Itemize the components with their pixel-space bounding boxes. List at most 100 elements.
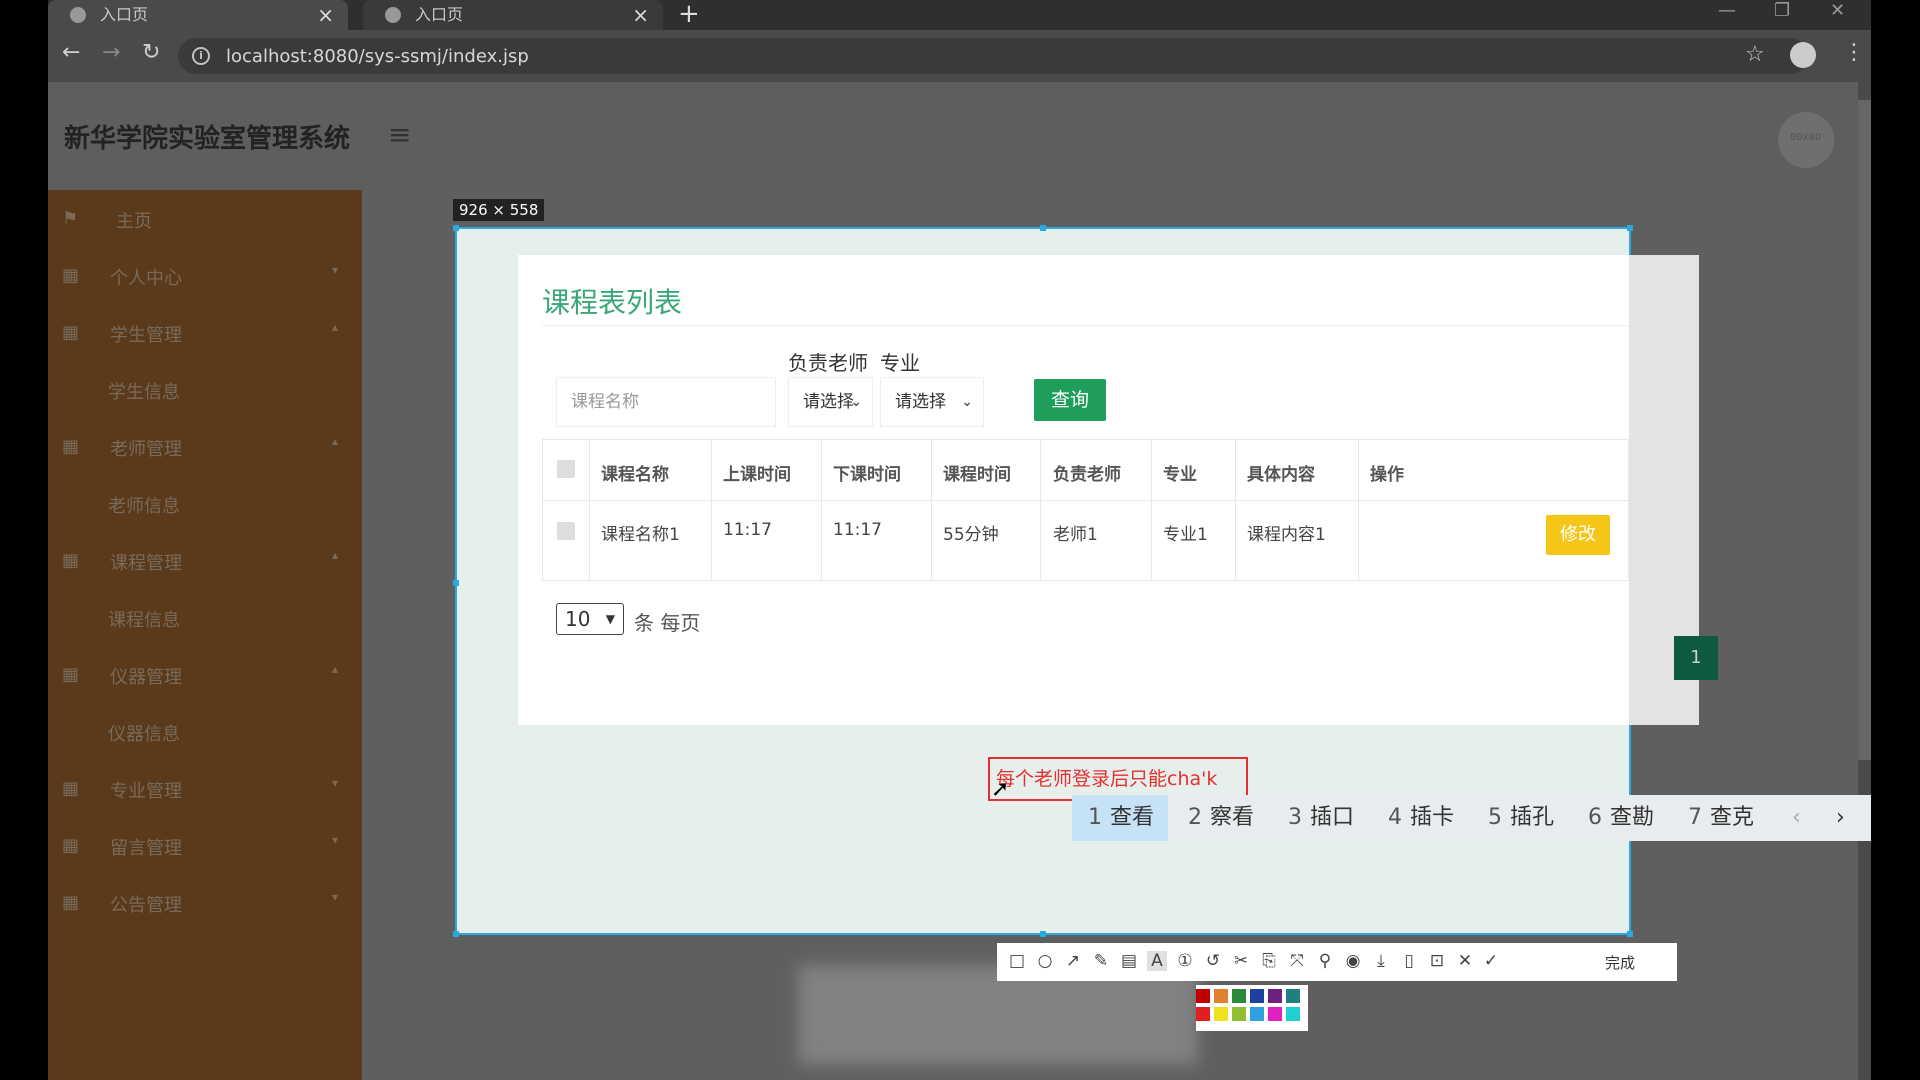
ellipse-tool-icon[interactable]: ○	[1035, 951, 1055, 971]
back-icon[interactable]: ←	[62, 40, 80, 65]
sidebar-item-instrument-management[interactable]: ▦ 仪器管理 ▴	[48, 646, 362, 703]
course-name-input[interactable]: 课程名称	[556, 377, 776, 427]
close-window-icon[interactable]: ✕	[1830, 0, 1845, 22]
translate-icon[interactable]: ⎘	[1259, 951, 1279, 971]
bookmark-star-icon[interactable]: ☆	[1745, 42, 1765, 67]
sidebar-item-major-management[interactable]: ▦ 专业管理 ▾	[48, 760, 362, 817]
hamburger-icon[interactable]: ≡	[388, 118, 411, 151]
long-screenshot-icon[interactable]: ⤧	[1287, 951, 1307, 971]
sidebar-item-personal-center[interactable]: ▦ 个人中心 ▾	[48, 247, 362, 304]
pagination-page-1[interactable]: 1	[1674, 636, 1718, 680]
selection-handle[interactable]	[1040, 225, 1046, 231]
major-select[interactable]: 请选择 ⌄	[880, 377, 984, 427]
ocr-icon[interactable]: ✂	[1231, 951, 1251, 971]
selection-handle[interactable]	[453, 225, 459, 231]
color-swatch[interactable]	[1196, 989, 1210, 1003]
info-icon[interactable]: i	[192, 47, 210, 65]
browser-menu-icon[interactable]: ⋮	[1843, 40, 1865, 65]
column-header: 下课时间	[833, 465, 901, 485]
close-icon[interactable]: ✕	[1455, 951, 1475, 971]
selection-handle[interactable]	[1040, 931, 1046, 937]
undo-icon[interactable]: ↺	[1203, 951, 1223, 971]
chevron-down-icon: ▾	[332, 776, 339, 790]
number-tool-icon[interactable]: ①	[1175, 951, 1195, 971]
edit-button[interactable]: 修改	[1546, 515, 1610, 555]
chevron-down-icon: ▼	[605, 612, 615, 626]
ime-candidate[interactable]: 6 查勘	[1588, 795, 1654, 841]
sidebar-item-student-management[interactable]: ▦ 学生管理 ▴	[48, 304, 362, 361]
color-swatch[interactable]	[1196, 1007, 1210, 1021]
color-swatch[interactable]	[1232, 1007, 1246, 1021]
ime-candidate-text: 查克	[1710, 805, 1755, 830]
done-button[interactable]: 完成	[1605, 952, 1635, 973]
ime-candidate-text: 插卡	[1410, 805, 1455, 830]
teacher-select[interactable]: 请选择 ⌄	[788, 377, 873, 427]
color-swatch[interactable]	[1214, 1007, 1228, 1021]
avatar-text: 80x80	[1790, 132, 1822, 143]
color-swatch[interactable]	[1250, 989, 1264, 1003]
mosaic-tool-icon[interactable]: ▤	[1119, 951, 1139, 971]
sidebar-item-course-info[interactable]: 课程信息	[48, 589, 362, 646]
select-all-checkbox[interactable]	[557, 460, 575, 478]
scrollbar-thumb[interactable]	[1858, 100, 1871, 760]
color-swatch[interactable]	[1286, 989, 1300, 1003]
ime-next-page-icon[interactable]: ›	[1836, 795, 1845, 841]
selection-handle[interactable]	[453, 580, 459, 586]
color-swatch[interactable]	[1286, 1007, 1300, 1021]
download-icon[interactable]: ⤓	[1371, 951, 1391, 971]
color-swatch[interactable]	[1214, 989, 1228, 1003]
selection-handle[interactable]	[453, 931, 459, 937]
sidebar-item-teacher-info[interactable]: 老师信息	[48, 475, 362, 532]
close-tab-icon[interactable]: ×	[632, 0, 649, 30]
color-swatch[interactable]	[1268, 989, 1282, 1003]
bookmark-icon[interactable]: ⊡	[1427, 951, 1447, 971]
page-size-select[interactable]: 10 ▼	[556, 603, 624, 635]
ime-candidate-text: 查勘	[1610, 805, 1655, 830]
chevron-up-icon: ▴	[332, 434, 339, 448]
sidebar-item-message-management[interactable]: ▦ 留言管理 ▾	[48, 817, 362, 874]
url-field[interactable]: i localhost:8080/sys-ssmj/index.jsp	[178, 38, 1808, 74]
color-swatch[interactable]	[1232, 989, 1246, 1003]
ime-candidate[interactable]: 4 插卡	[1388, 795, 1454, 841]
reload-icon[interactable]: ↻	[142, 40, 160, 65]
sidebar-item-notice-management[interactable]: ▦ 公告管理 ▾	[48, 874, 362, 931]
color-swatch[interactable]	[1250, 1007, 1264, 1021]
browser-tab-1[interactable]: 入口页 ×	[48, 0, 348, 30]
avatar[interactable]: 80x80	[1778, 112, 1834, 168]
ime-prev-page-icon[interactable]: ‹	[1792, 795, 1801, 841]
pin-icon[interactable]: ⚲	[1315, 951, 1335, 971]
record-icon[interactable]: ◉	[1343, 951, 1363, 971]
sidebar-item-teacher-management[interactable]: ▦ 老师管理 ▴	[48, 418, 362, 475]
ime-candidate[interactable]: 7 查克	[1688, 795, 1754, 841]
restore-icon[interactable]: ❐	[1774, 0, 1790, 22]
query-button[interactable]: 查询	[1034, 379, 1106, 421]
pen-tool-icon[interactable]: ✎	[1091, 951, 1111, 971]
sidebar-item-course-management[interactable]: ▦ 课程管理 ▴	[48, 532, 362, 589]
phone-icon[interactable]: ▯	[1399, 951, 1419, 971]
text-tool-icon[interactable]: A	[1147, 951, 1167, 971]
ime-candidate[interactable]: 1 查看	[1072, 795, 1169, 841]
grid-icon: ▦	[62, 265, 80, 286]
sidebar-item-instrument-info[interactable]: 仪器信息	[48, 703, 362, 760]
selection-handle[interactable]	[1627, 931, 1633, 937]
ime-candidate[interactable]: 5 插孔	[1488, 795, 1554, 841]
profile-icon[interactable]	[1790, 42, 1816, 68]
minimize-icon[interactable]: —	[1718, 0, 1736, 22]
ime-candidate[interactable]: 3 插口	[1288, 795, 1354, 841]
arrow-tool-icon[interactable]: ↗	[1063, 951, 1083, 971]
color-swatch[interactable]	[1268, 1007, 1282, 1021]
ime-candidate[interactable]: 2 察看	[1188, 795, 1254, 841]
forward-icon[interactable]: →	[102, 40, 120, 65]
ime-candidate-text: 插口	[1310, 805, 1355, 830]
row-checkbox[interactable]	[557, 522, 575, 540]
sidebar-item-home[interactable]: ⚑ 主页	[48, 190, 362, 247]
sidebar-item-student-info[interactable]: 学生信息	[48, 361, 362, 418]
close-tab-icon[interactable]: ×	[317, 0, 334, 30]
browser-tab-2[interactable]: 入口页 ×	[363, 0, 663, 30]
ime-candidate-bar: 1查看 2察看 3插口 4插卡 5插孔 6查勘 7查克 ‹ › ☺	[1072, 795, 1871, 841]
selection-handle[interactable]	[1627, 225, 1633, 231]
check-icon[interactable]: ✓	[1481, 951, 1501, 971]
new-tab-button[interactable]: +	[678, 0, 700, 28]
rectangle-tool-icon[interactable]: □	[1007, 951, 1027, 971]
globe-icon	[70, 7, 86, 23]
